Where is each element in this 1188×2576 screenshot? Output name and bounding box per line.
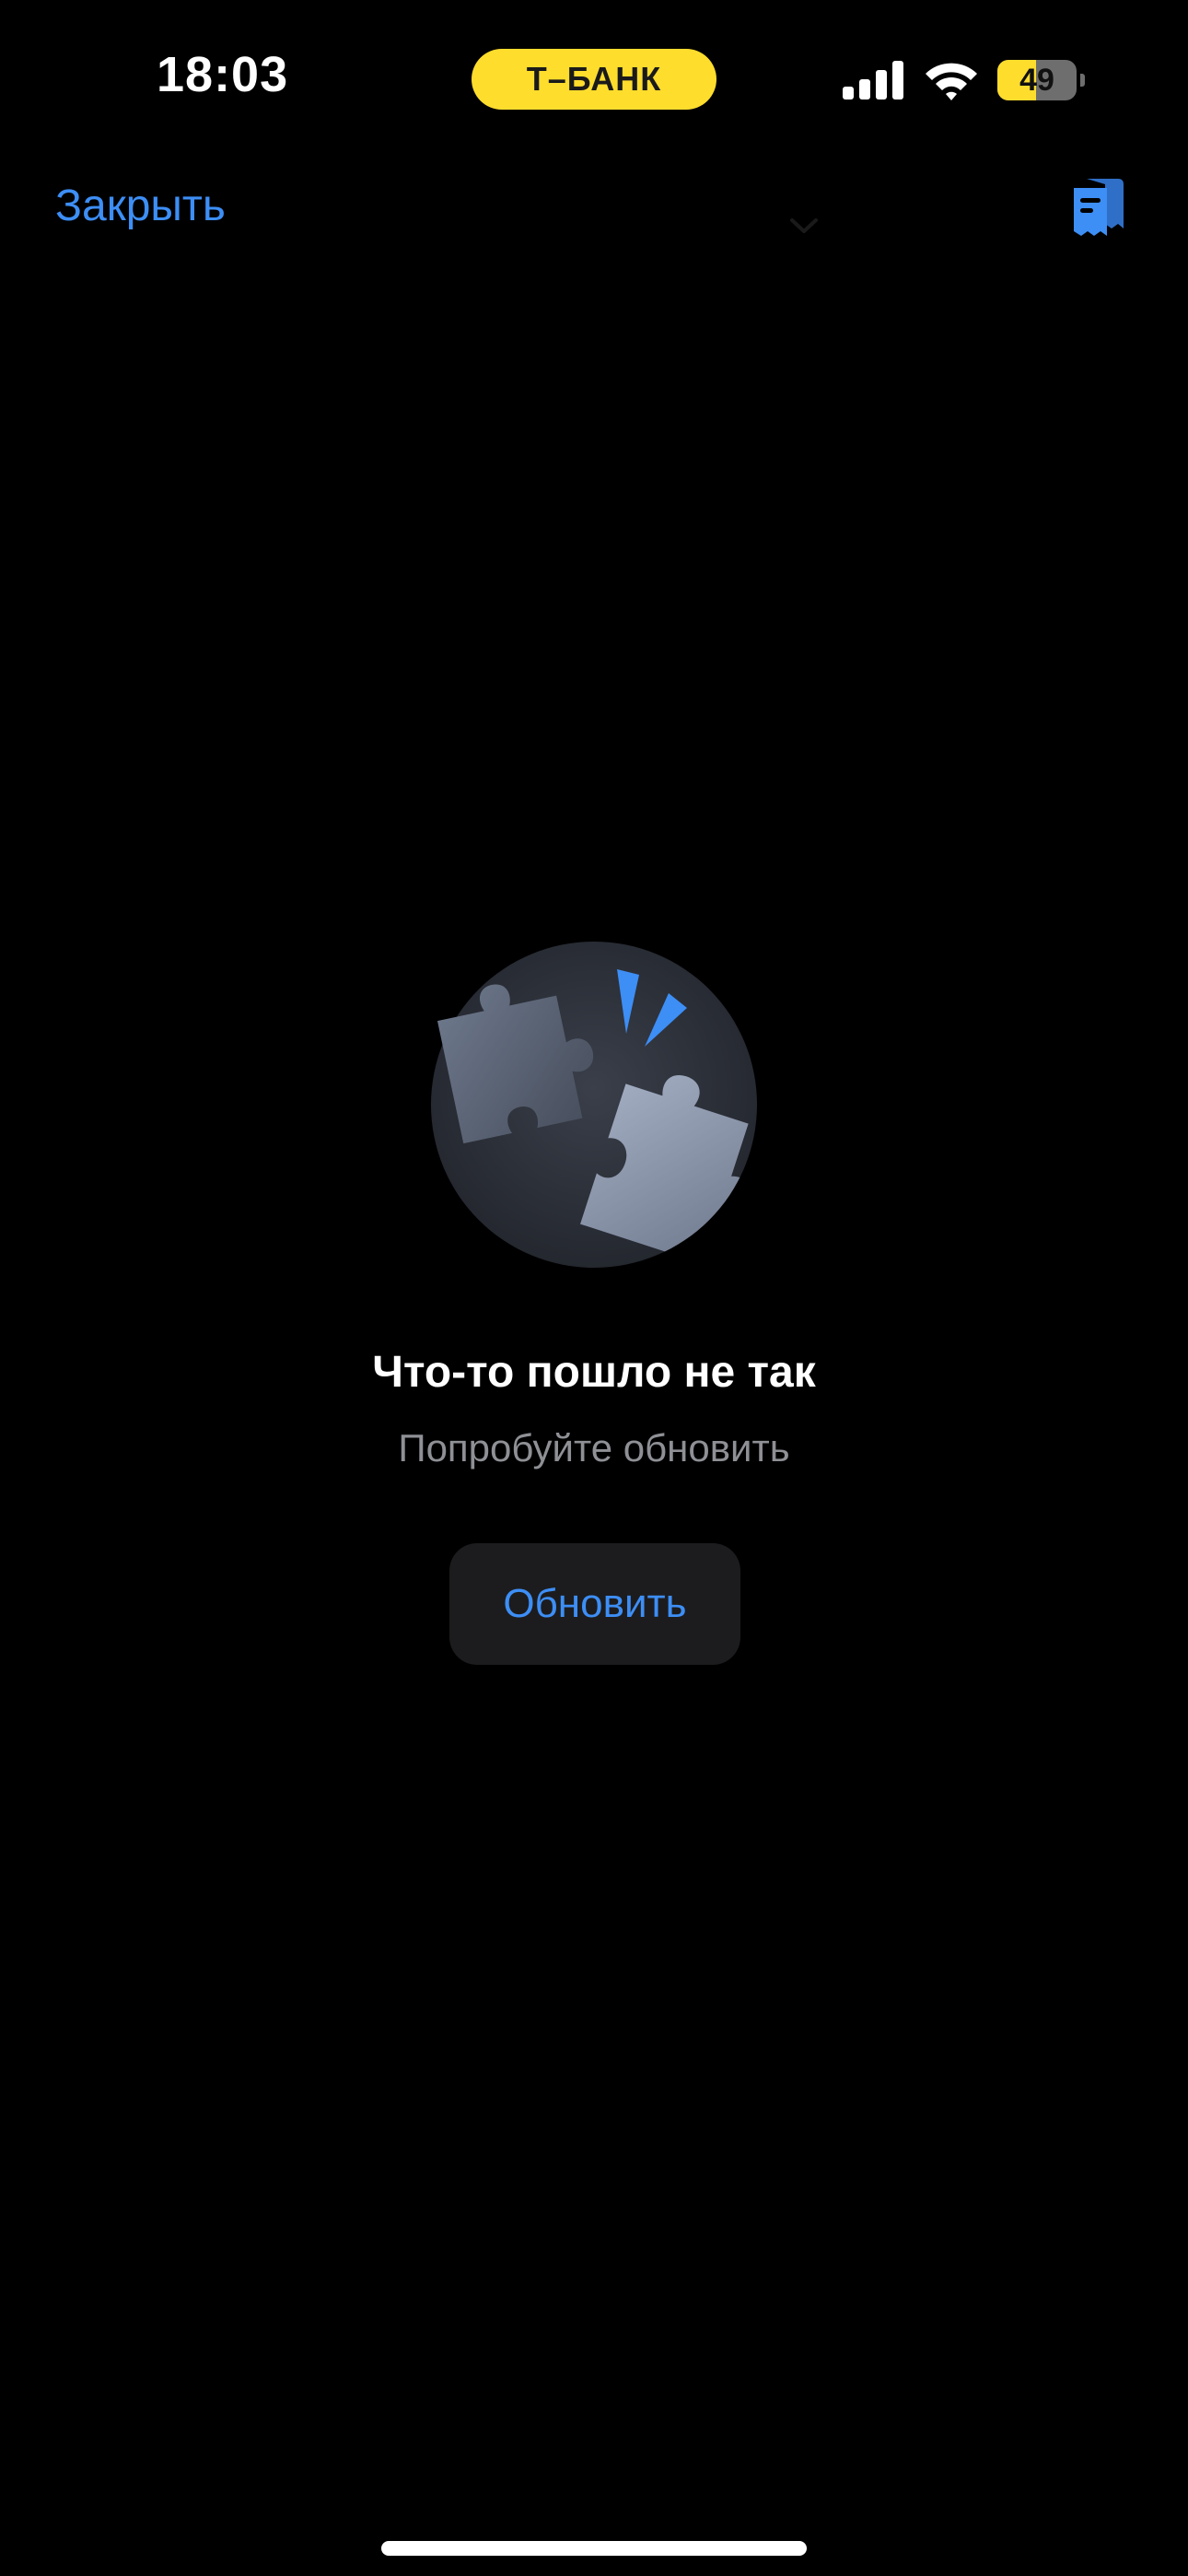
receipt-icon[interactable] xyxy=(1070,175,1127,241)
close-button[interactable]: Закрыть xyxy=(55,181,226,231)
battery-cap xyxy=(1080,74,1085,87)
error-subtitle: Попробуйте обновить xyxy=(398,1426,790,1469)
refresh-button-label: Обновить xyxy=(503,1581,687,1626)
status-time: 18:03 xyxy=(157,47,289,102)
chevron-down-icon[interactable] xyxy=(788,216,820,236)
error-title: Что-то пошло не так xyxy=(372,1348,816,1397)
wifi-icon xyxy=(926,63,977,100)
battery-indicator: 49 xyxy=(997,60,1085,100)
status-bar: 18:03 Т–БАНК 49 xyxy=(0,0,1188,161)
cellular-signal-icon xyxy=(843,61,903,100)
bank-badge: Т–БАНК xyxy=(472,49,716,110)
puzzle-pieces-illustration xyxy=(431,942,757,1268)
home-indicator[interactable] xyxy=(381,2541,807,2556)
refresh-button[interactable]: Обновить xyxy=(449,1543,740,1665)
bank-badge-label: Т–БАНК xyxy=(526,60,662,98)
battery-body: 49 xyxy=(997,60,1077,100)
battery-percent: 49 xyxy=(1019,62,1054,98)
